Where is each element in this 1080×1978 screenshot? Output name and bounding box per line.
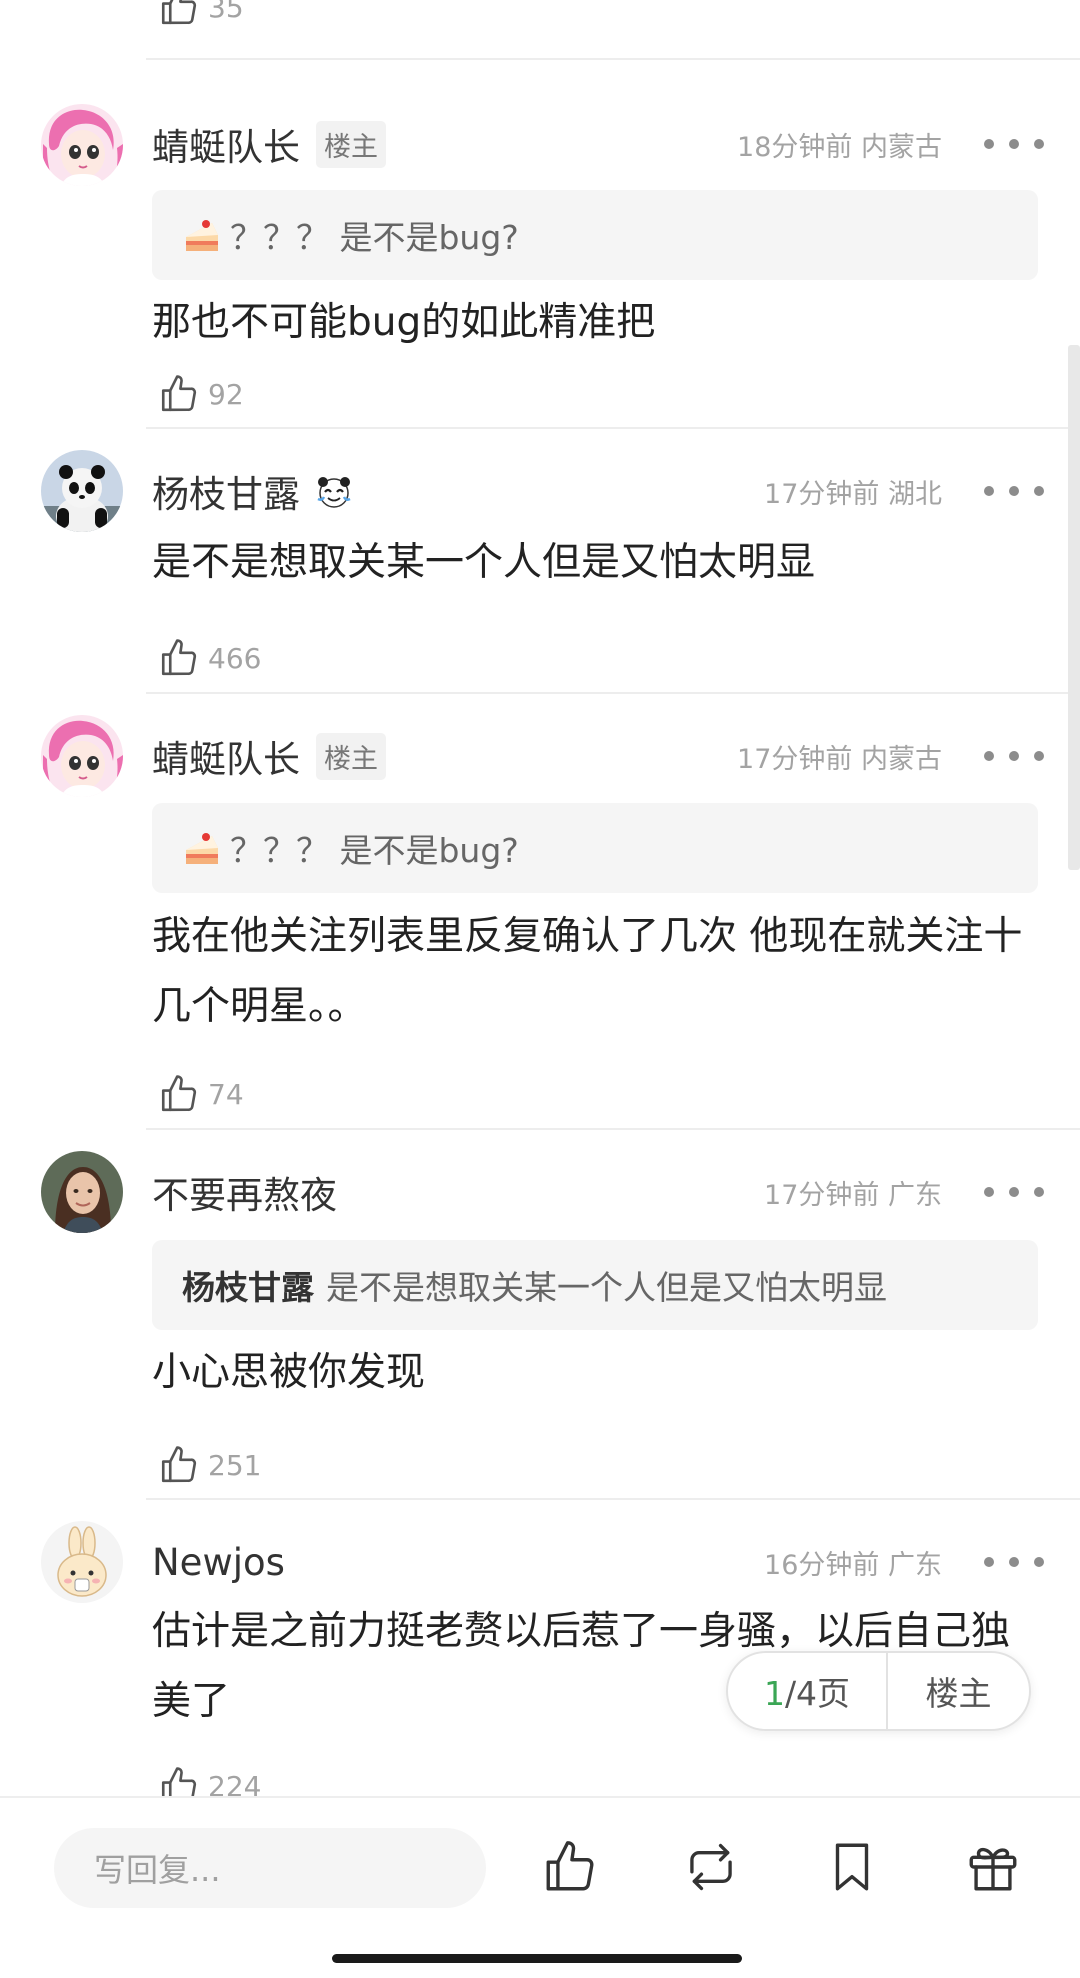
total-pages: /4页 [784, 1674, 851, 1713]
more-dots-icon [984, 139, 994, 149]
more-dots-icon [984, 1187, 994, 1197]
comment-item: 蜻蜓队长 楼主 17分钟前 内蒙古 ？？？ 是不是bug? 我在他关注列表里反复… [0, 694, 1080, 1130]
current-page: 1 [763, 1674, 785, 1713]
home-indicator[interactable] [332, 1954, 742, 1963]
op-only-button[interactable]: 楼主 [888, 1667, 1029, 1715]
comment-location: 广东 [888, 1179, 942, 1211]
like-count: 466 [208, 641, 262, 675]
like-count: 74 [208, 1077, 244, 1111]
more-dots-icon [984, 486, 994, 496]
comment-time: 17分钟前 [764, 478, 880, 510]
thumbs-up-icon[interactable] [541, 1838, 599, 1896]
reply-input[interactable]: 写回复... [54, 1828, 486, 1908]
quote-text: ？？？ 是不是bug? [230, 218, 519, 257]
gift-icon[interactable] [964, 1838, 1022, 1896]
quote-text: ？？？ 是不是bug? [230, 831, 519, 870]
like-count: 92 [208, 377, 244, 411]
more-button[interactable] [984, 751, 1044, 761]
comment-time: 17分钟前 [737, 743, 853, 775]
comment-item: 蜻蜓队长 楼主 18分钟前 内蒙古 ？？？ 是不是bug? 那也不可能bug的如… [0, 60, 1080, 429]
comment-item: 不要再熬夜 17分钟前 广东 杨枝甘露 是不是想取关某一个人但是又怕太明显 小心… [0, 1130, 1080, 1500]
avatar[interactable] [41, 1151, 123, 1233]
more-button[interactable] [984, 486, 1044, 496]
like-button[interactable]: 92 [158, 373, 244, 415]
comment-location: 广东 [888, 1549, 942, 1581]
author-name[interactable]: 杨枝甘露 [152, 464, 300, 518]
quoted-comment[interactable]: 杨枝甘露 是不是想取关某一个人但是又怕太明显 [152, 1240, 1038, 1330]
comment-location: 湖北 [888, 478, 942, 510]
author-name[interactable]: 蜻蜓队长 [152, 117, 300, 171]
comment-meta: 17分钟前 湖北 [764, 472, 942, 511]
author-name[interactable]: 蜻蜓队长 [152, 729, 300, 783]
thumbs-up-icon [161, 375, 197, 412]
panda-emoji-icon [317, 477, 351, 508]
comment-meta: 17分钟前 内蒙古 [737, 737, 942, 776]
more-button[interactable] [984, 139, 1044, 149]
cake-emoji-icon [186, 220, 218, 251]
more-button[interactable] [984, 1557, 1044, 1567]
avatar[interactable] [41, 1521, 123, 1603]
avatar[interactable] [41, 450, 123, 532]
repost-icon[interactable] [680, 1838, 742, 1896]
more-dots-icon [984, 751, 994, 761]
comment-list: 35 蜻蜓队长 楼主 18分钟前 内蒙古 ？？？ 是不是bug? 那也不可能bu… [0, 0, 1080, 1840]
comment-item-prev: 35 [0, 0, 1080, 60]
comment-location: 内蒙古 [861, 131, 942, 163]
comment-item: 杨枝甘露 17分钟前 湖北 是不是想取关某一个人但是又怕太明显 466 [0, 429, 1080, 694]
thumbs-up-icon [161, 0, 197, 25]
avatar[interactable] [41, 104, 123, 186]
comment-time: 17分钟前 [764, 1179, 880, 1211]
page-navigator: 1/4页 楼主 [726, 1651, 1031, 1731]
comment-text: 小心思被你发现 [152, 1350, 426, 1395]
page-selector[interactable]: 1/4页 [728, 1667, 886, 1715]
like-button[interactable]: 466 [158, 637, 261, 679]
more-button[interactable] [984, 1187, 1044, 1197]
quoted-comment[interactable]: ？？？ 是不是bug? [152, 803, 1038, 893]
author-name[interactable]: Newjos [152, 1541, 285, 1584]
quote-text: 是不是想取关某一个人但是又怕太明显 [326, 1268, 887, 1307]
comment-meta: 18分钟前 内蒙古 [737, 125, 942, 164]
comment-text: 是不是想取关某一个人但是又怕太明显 [152, 540, 816, 585]
like-button[interactable]: 251 [158, 1444, 261, 1486]
like-button[interactable]: 74 [158, 1073, 244, 1115]
like-button[interactable]: 35 [158, 0, 244, 28]
comment-time: 16分钟前 [764, 1549, 880, 1581]
thumbs-up-icon [161, 1446, 197, 1483]
comment-meta: 16分钟前 广东 [764, 1543, 942, 1582]
bookmark-icon[interactable] [826, 1838, 878, 1896]
scrollbar-thumb[interactable] [1068, 345, 1080, 870]
thumbs-up-icon [161, 1075, 197, 1112]
op-badge: 楼主 [316, 120, 386, 168]
like-count: 251 [208, 1448, 262, 1482]
comment-text: 那也不可能bug的如此精准把 [152, 300, 656, 345]
avatar[interactable] [41, 715, 123, 797]
author-name[interactable]: 不要再熬夜 [152, 1165, 337, 1219]
cake-emoji-icon [186, 833, 218, 864]
comment-location: 内蒙古 [861, 743, 942, 775]
like-count: 35 [208, 0, 244, 24]
comment-text: 我在他关注列表里反复确认了几次 他现在就关注十几个明星。。 [152, 914, 1023, 1029]
comment-meta: 17分钟前 广东 [764, 1173, 942, 1212]
more-dots-icon [984, 1557, 994, 1567]
bottom-action-bar: 写回复... [0, 1796, 1080, 1978]
quote-author[interactable]: 杨枝甘露 [182, 1261, 314, 1309]
op-badge: 楼主 [316, 732, 386, 780]
thumbs-up-icon [161, 639, 197, 676]
quoted-comment[interactable]: ？？？ 是不是bug? [152, 190, 1038, 280]
comment-time: 18分钟前 [737, 131, 853, 163]
